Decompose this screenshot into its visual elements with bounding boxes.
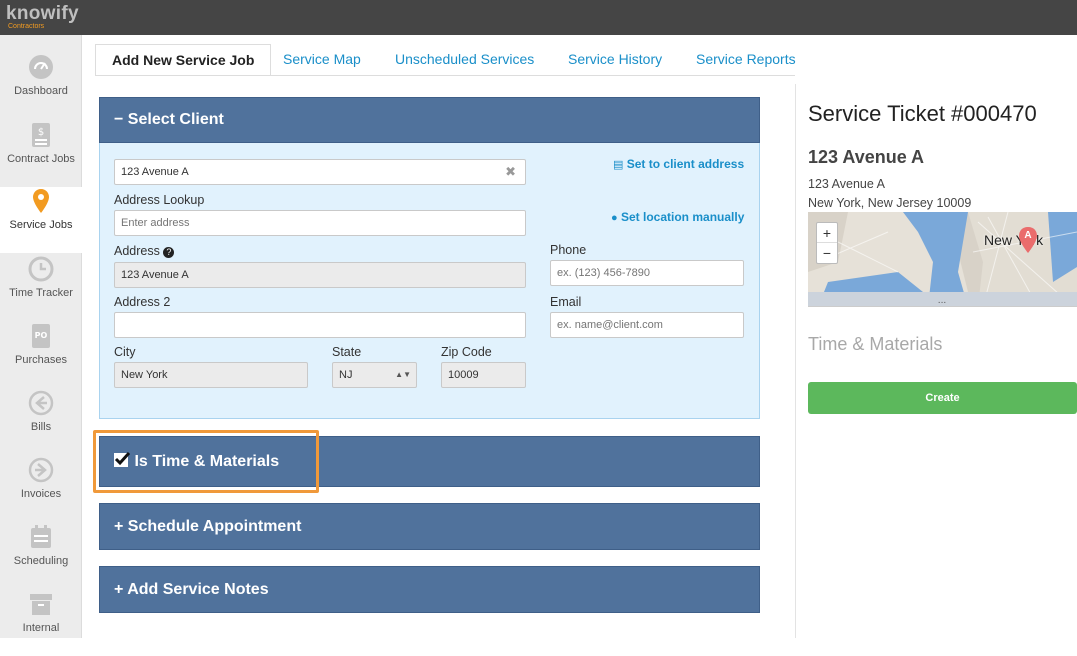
zoom-out-button[interactable]: − <box>817 243 837 263</box>
city-label: City <box>114 345 136 359</box>
address-label: Address ? <box>114 244 175 258</box>
arrow-right-circle-icon <box>28 457 54 483</box>
select-client-title: Select Client <box>127 111 224 128</box>
address-lookup-input[interactable] <box>114 210 526 236</box>
email-field[interactable] <box>550 312 744 338</box>
service-ticket-title: Service Ticket #000470 <box>808 101 1037 126</box>
sidebar-item-label: Scheduling <box>13 555 69 567</box>
tab-add-new-service-job[interactable]: Add New Service Job <box>95 44 272 76</box>
location-map[interactable]: ... New York A + − <box>808 212 1077 307</box>
tab-service-map[interactable]: Service Map <box>283 44 361 76</box>
schedule-appointment-header[interactable]: + Schedule Appointment <box>99 503 760 550</box>
map-marker-icon[interactable]: A <box>1018 227 1038 253</box>
sidebar-item-label: Service Jobs <box>9 219 73 231</box>
dashboard-icon <box>29 55 53 79</box>
help-icon[interactable]: ? <box>163 247 175 258</box>
ticket-address-line1: 123 Avenue A <box>808 177 885 191</box>
clear-icon[interactable]: ✖ <box>505 160 516 184</box>
building-icon: ▤ <box>613 159 624 171</box>
expand-icon: + <box>114 518 124 535</box>
collapse-icon: − <box>114 111 124 128</box>
sidebar-item-internal[interactable]: Internal <box>0 590 82 656</box>
set-location-manually-link[interactable]: ● Set location manually <box>611 210 744 224</box>
select-arrows-icon: ▲▼ <box>395 370 411 379</box>
sidebar: Dashboard $ Contract Jobs Service Jobs T… <box>0 35 83 638</box>
svg-text:PO: PO <box>35 331 48 340</box>
po-icon: PO <box>32 324 50 348</box>
set-client-address-label: Set to client address <box>626 157 745 171</box>
select-client-header[interactable]: − Select Client <box>99 97 760 143</box>
contract-icon: $ <box>32 123 50 147</box>
clock-icon <box>28 256 54 282</box>
calendar-icon <box>31 525 51 548</box>
top-bar: knowify Contractors <box>0 0 1077 35</box>
client-select-value: 123 Avenue A <box>121 166 189 178</box>
sidebar-item-contract-jobs[interactable]: $ Contract Jobs <box>0 121 82 187</box>
map-marker-icon: ● <box>611 212 618 224</box>
logo-subtitle: Contractors <box>8 23 45 30</box>
archive-icon <box>30 594 52 615</box>
address-field[interactable]: 123 Avenue A <box>114 262 526 288</box>
client-select[interactable]: 123 Avenue A ✖ <box>114 159 526 185</box>
map-zoom-controls: + − <box>816 222 838 264</box>
sidebar-item-dashboard[interactable]: Dashboard <box>0 53 82 119</box>
sidebar-item-purchases[interactable]: PO Purchases <box>0 322 82 388</box>
expand-icon: + <box>114 581 124 598</box>
tab-service-history[interactable]: Service History <box>568 44 662 76</box>
arrow-left-circle-icon <box>28 390 54 416</box>
add-service-notes-label: Add Service Notes <box>127 581 269 598</box>
set-client-address-link[interactable]: ▤ Set to client address <box>613 157 744 171</box>
sidebar-item-bills[interactable]: Bills <box>0 389 82 455</box>
zoom-in-button[interactable]: + <box>817 223 837 243</box>
address-label-text: Address <box>114 244 160 258</box>
address2-label: Address 2 <box>114 295 171 309</box>
sidebar-item-time-tracker[interactable]: Time Tracker <box>0 255 82 321</box>
schedule-appointment-label: Schedule Appointment <box>127 518 302 535</box>
map-pin-icon <box>33 189 49 213</box>
set-location-manually-label: Set location manually <box>621 210 745 224</box>
sidebar-item-label: Dashboard <box>14 85 68 97</box>
state-label: State <box>332 345 362 359</box>
sidebar-item-scheduling[interactable]: Scheduling <box>0 523 82 589</box>
tabs-divider <box>95 75 795 76</box>
create-button[interactable]: Create <box>808 382 1077 414</box>
knowify-logo[interactable]: knowify Contractors <box>6 4 79 30</box>
phone-label: Phone <box>550 243 587 257</box>
sidebar-item-label: Contract Jobs <box>7 153 75 165</box>
address2-field[interactable] <box>114 312 526 338</box>
ticket-address-line2: New York, New Jersey 10009 <box>808 196 972 210</box>
sidebar-item-label: Purchases <box>15 354 67 366</box>
svg-text:...: ... <box>938 296 947 306</box>
tab-unscheduled-services[interactable]: Unscheduled Services <box>395 44 534 76</box>
address-lookup-label: Address Lookup <box>114 193 205 207</box>
email-label: Email <box>550 295 582 309</box>
state-select-value: NJ <box>339 369 353 381</box>
highlight-box <box>93 430 319 493</box>
phone-field[interactable] <box>550 260 744 286</box>
city-field[interactable]: New York <box>114 362 308 388</box>
svg-text:$: $ <box>38 127 44 138</box>
tab-service-reports[interactable]: Service Reports <box>696 44 796 76</box>
sidebar-item-invoices[interactable]: Invoices <box>0 456 82 522</box>
add-service-notes-header[interactable]: + Add Service Notes <box>99 566 760 613</box>
zip-label: Zip Code <box>441 345 492 359</box>
sidebar-item-label: Internal <box>22 622 60 634</box>
sidebar-item-label: Invoices <box>20 488 62 500</box>
sidebar-item-label: Time Tracker <box>9 287 73 299</box>
ticket-address-title: 123 Avenue A <box>808 147 925 167</box>
sidebar-item-label: Bills <box>30 421 52 433</box>
map-marker-letter: A <box>1024 230 1032 241</box>
state-select[interactable]: NJ ▲▼ <box>332 362 417 388</box>
right-panel-divider <box>795 84 796 638</box>
ticket-type-label: Time & Materials <box>808 334 943 354</box>
sidebar-item-service-jobs[interactable]: Service Jobs <box>0 187 83 253</box>
logo-word: knowify <box>6 3 79 24</box>
zip-field[interactable]: 10009 <box>441 362 526 388</box>
